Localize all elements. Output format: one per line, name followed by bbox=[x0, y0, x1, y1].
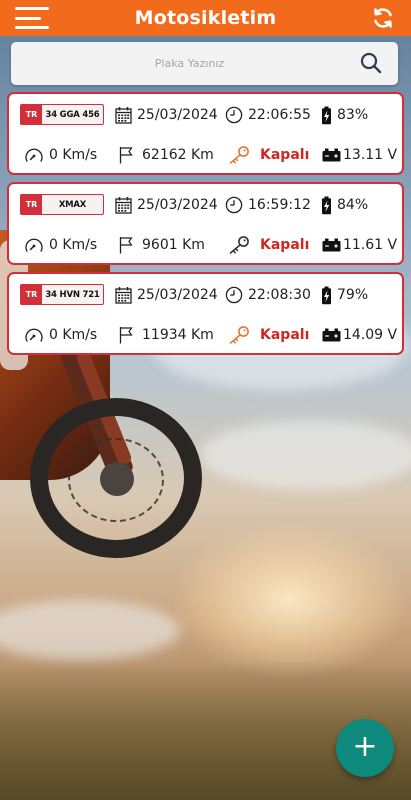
plus-icon: + bbox=[352, 729, 378, 764]
battery-percent: 79% bbox=[337, 287, 369, 303]
calendar-icon bbox=[115, 196, 132, 214]
calendar-icon bbox=[115, 106, 132, 124]
page-title: Motosikletim bbox=[134, 7, 277, 29]
car-battery-icon bbox=[322, 148, 341, 162]
battery-charging-icon bbox=[321, 106, 332, 125]
clock-icon bbox=[225, 106, 243, 124]
distance-cell: 62162 Km bbox=[119, 143, 214, 167]
voltage-cell: 14.09 V bbox=[322, 323, 397, 347]
vehicle-card[interactable]: TR XMAX 25/03/2024 16:59:12 84% 0 Km/s 9… bbox=[7, 182, 404, 265]
speedometer-icon bbox=[24, 326, 44, 344]
app-header: Motosikletim bbox=[0, 0, 411, 36]
time-cell: 22:06:55 bbox=[225, 103, 311, 127]
search-bar bbox=[11, 42, 398, 85]
voltage-cell: 13.11 V bbox=[322, 143, 397, 167]
speed-value: 0 Km/s bbox=[49, 147, 98, 163]
time-cell: 16:59:12 bbox=[225, 193, 311, 217]
car-battery-icon bbox=[322, 328, 341, 342]
key-icon bbox=[228, 325, 250, 345]
search-icon[interactable] bbox=[360, 52, 382, 74]
add-vehicle-button[interactable]: + bbox=[336, 719, 394, 777]
key-icon bbox=[228, 145, 250, 165]
ignition-status: Kapalı bbox=[260, 237, 310, 253]
car-battery-icon bbox=[322, 238, 341, 252]
vehicle-card[interactable]: TR 34 GGA 456 25/03/2024 22:06:55 83% 0 … bbox=[7, 92, 404, 175]
calendar-icon bbox=[115, 286, 132, 304]
refresh-icon[interactable] bbox=[371, 6, 395, 30]
flag-icon bbox=[119, 146, 133, 164]
battery-charging-icon bbox=[321, 196, 332, 215]
battery-percent: 84% bbox=[337, 197, 369, 213]
hamburger-menu-icon[interactable] bbox=[15, 7, 49, 29]
distance-cell: 9601 Km bbox=[119, 233, 205, 257]
speedometer-icon bbox=[24, 146, 44, 164]
battery-charging-icon bbox=[321, 286, 332, 305]
distance-cell: 11934 Km bbox=[119, 323, 214, 347]
date-cell: 25/03/2024 bbox=[115, 193, 218, 217]
date-cell: 25/03/2024 bbox=[115, 283, 218, 307]
time-cell: 22:08:30 bbox=[225, 283, 311, 307]
battery-percent: 83% bbox=[337, 107, 369, 123]
speed-cell: 0 Km/s bbox=[24, 143, 97, 167]
last-update-date: 25/03/2024 bbox=[137, 287, 218, 303]
speed-value: 0 Km/s bbox=[49, 237, 98, 253]
date-cell: 25/03/2024 bbox=[115, 103, 218, 127]
ignition-cell: Kapalı bbox=[228, 143, 309, 167]
vehicle-card[interactable]: TR 34 HVN 721 25/03/2024 22:08:30 79% 0 … bbox=[7, 272, 404, 355]
ignition-status: Kapalı bbox=[260, 327, 310, 343]
battery-cell: 83% bbox=[321, 103, 368, 127]
speed-cell: 0 Km/s bbox=[24, 233, 97, 257]
ignition-status: Kapalı bbox=[260, 147, 310, 163]
voltage-value: 11.61 V bbox=[343, 237, 398, 253]
key-icon bbox=[228, 235, 250, 255]
plate-search-input[interactable] bbox=[11, 42, 398, 85]
flag-icon bbox=[119, 326, 133, 344]
speedometer-icon bbox=[24, 236, 44, 254]
last-update-date: 25/03/2024 bbox=[137, 197, 218, 213]
clock-icon bbox=[225, 196, 243, 214]
ignition-cell: Kapalı bbox=[228, 323, 309, 347]
battery-cell: 79% bbox=[321, 283, 368, 307]
voltage-value: 13.11 V bbox=[343, 147, 398, 163]
ignition-cell: Kapalı bbox=[228, 233, 309, 257]
last-update-time: 22:06:55 bbox=[248, 107, 311, 123]
speed-value: 0 Km/s bbox=[49, 327, 98, 343]
distance-value: 62162 Km bbox=[142, 147, 214, 163]
last-update-date: 25/03/2024 bbox=[137, 107, 218, 123]
flag-icon bbox=[119, 236, 133, 254]
battery-cell: 84% bbox=[321, 193, 368, 217]
last-update-time: 16:59:12 bbox=[248, 197, 311, 213]
last-update-time: 22:08:30 bbox=[248, 287, 311, 303]
speed-cell: 0 Km/s bbox=[24, 323, 97, 347]
distance-value: 11934 Km bbox=[142, 327, 214, 343]
clock-icon bbox=[225, 286, 243, 304]
voltage-value: 14.09 V bbox=[343, 327, 398, 343]
voltage-cell: 11.61 V bbox=[322, 233, 397, 257]
distance-value: 9601 Km bbox=[142, 237, 205, 253]
